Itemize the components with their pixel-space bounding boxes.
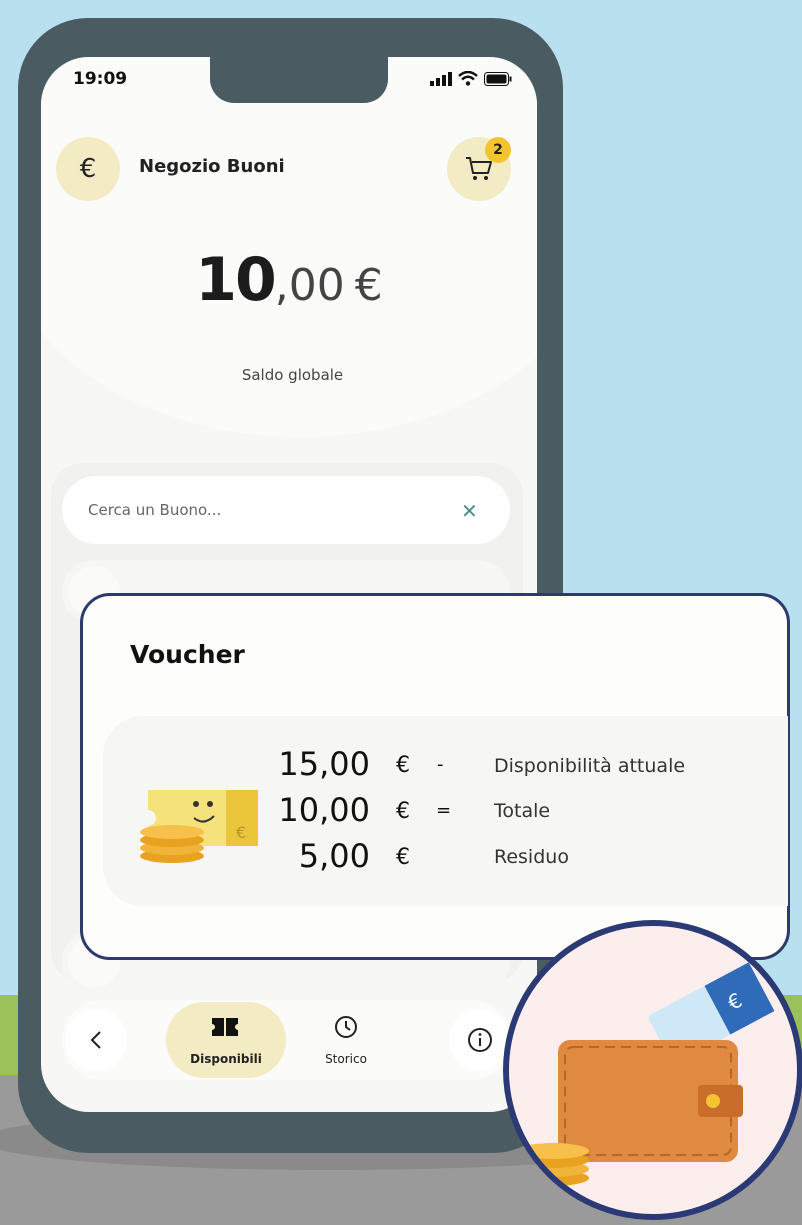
currency-residual: € [396, 845, 410, 870]
balance-currency: € [354, 260, 383, 311]
currency-button[interactable]: € [56, 137, 120, 201]
battery-icon [484, 71, 512, 86]
page-title: Negozio Buoni [139, 156, 285, 177]
wallet-icon: € [517, 962, 775, 1186]
clear-search-icon[interactable]: ✕ [461, 499, 478, 523]
balance-decimal: ,00 [274, 260, 345, 311]
euro-icon: € [79, 154, 97, 184]
tab-label-disponibili: Disponibili [190, 1052, 262, 1066]
currency-available: € [396, 753, 410, 778]
global-balance: 10,00 € [0, 245, 578, 315]
tab-disponibili[interactable] [166, 1002, 286, 1078]
amount-total: 10,00 [278, 791, 370, 829]
history-icon [335, 1016, 357, 1038]
amount-available: 15,00 [278, 745, 370, 783]
voucher-title: Voucher [130, 640, 245, 669]
wifi-icon [458, 71, 478, 86]
search-placeholder: Cerca un Buono... [88, 501, 222, 519]
cart-count-badge: 2 [485, 137, 511, 163]
currency-total: € [396, 799, 410, 824]
operator-minus: - [437, 754, 444, 775]
info-button[interactable] [449, 1009, 511, 1071]
status-time: 19:09 [73, 69, 128, 89]
balance-integer: 10 [195, 245, 276, 315]
signal-icon [430, 71, 452, 86]
balance-label: Saldo globale [241, 366, 344, 384]
operator-equals: = [436, 800, 452, 821]
tab-label-storico: Storico [325, 1052, 367, 1066]
label-residual: Residuo [494, 846, 569, 868]
info-icon [468, 1028, 492, 1052]
amount-residual: 5,00 [298, 837, 370, 875]
back-button[interactable] [65, 1009, 127, 1071]
status-icons [430, 71, 512, 86]
label-available: Disponibilità attuale [494, 755, 686, 777]
ticket-icon [212, 1018, 238, 1036]
label-total: Totale [494, 800, 551, 822]
phone-notch [210, 57, 388, 103]
chevron-left-icon [90, 1031, 101, 1049]
bottom-navigation [62, 1000, 512, 1080]
wallet-illustration-circle: € [503, 920, 802, 1220]
